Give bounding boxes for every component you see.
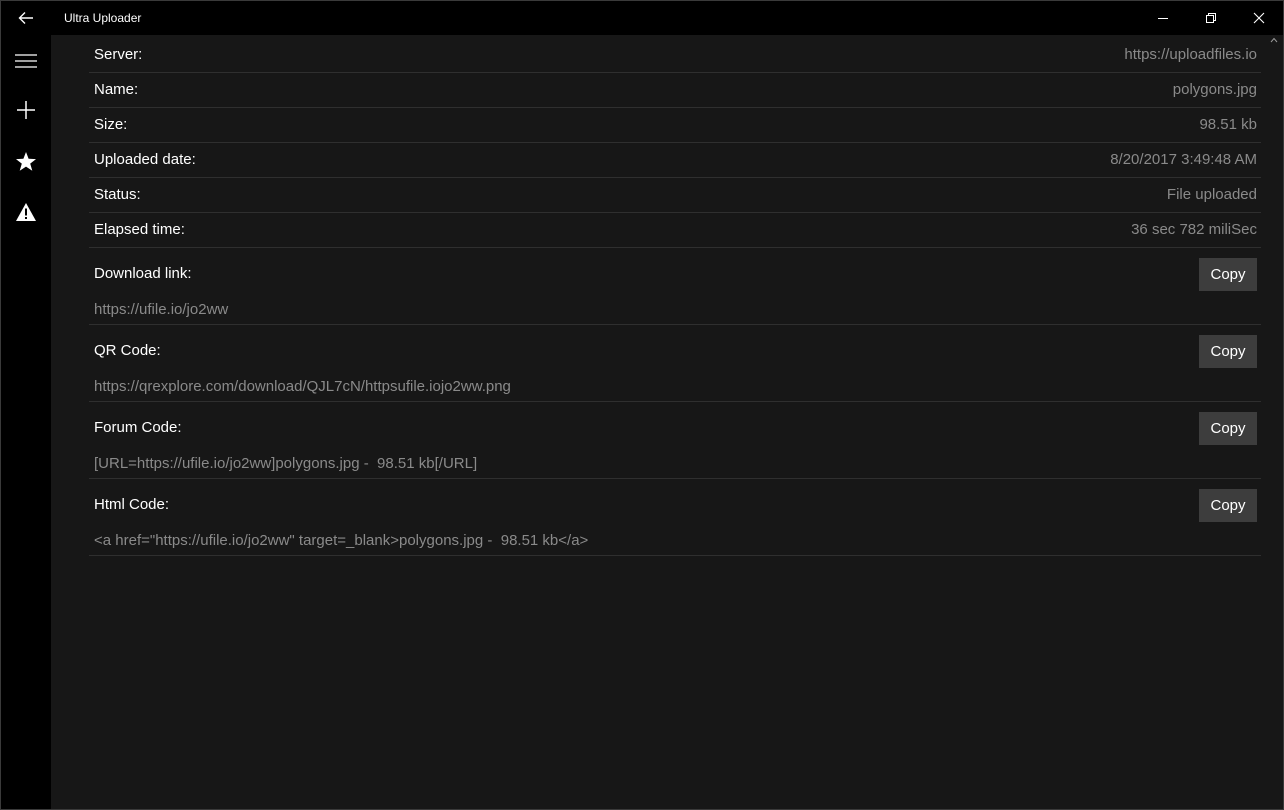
- back-arrow-icon: [18, 12, 33, 24]
- window-controls: [1139, 1, 1283, 35]
- copy-qr-code-button[interactable]: Copy: [1199, 335, 1257, 368]
- minimize-icon: [1158, 18, 1168, 19]
- code-block-qr-code: QR Code: Copy https://qrexplore.com/down…: [89, 325, 1261, 402]
- code-block-forum-code: Forum Code: Copy [URL=https://ufile.io/j…: [89, 402, 1261, 479]
- nav-rail: [1, 35, 51, 809]
- plus-icon: [17, 101, 35, 119]
- detail-value: 36 sec 782 miliSec: [1131, 221, 1257, 238]
- chevron-up-icon: [1270, 37, 1278, 43]
- detail-value: polygons.jpg: [1172, 81, 1257, 98]
- detail-label: Uploaded date:: [94, 151, 196, 168]
- favorites-button[interactable]: [1, 137, 51, 185]
- code-value: [URL=https://ufile.io/jo2ww]polygons.jpg…: [94, 455, 478, 472]
- copy-download-link-button[interactable]: Copy: [1199, 258, 1257, 291]
- detail-value: File uploaded: [1166, 186, 1257, 203]
- code-label: Html Code:: [94, 496, 170, 513]
- detail-row-size: Size: 98.51 kb: [89, 108, 1261, 143]
- code-label: Download link:: [94, 265, 192, 282]
- app-title: Ultra Uploader: [64, 11, 142, 25]
- code-label: QR Code:: [94, 342, 161, 359]
- detail-label: Status:: [94, 186, 141, 203]
- warning-icon: [16, 203, 36, 221]
- menu-button[interactable]: [1, 37, 51, 85]
- app-window: Ultra Uploader Server: https://uploadfil…: [0, 0, 1284, 810]
- detail-row-server: Server: https://uploadfiles.io: [89, 38, 1261, 73]
- detail-label: Server:: [94, 46, 143, 63]
- detail-value: 8/20/2017 3:49:48 AM: [1110, 151, 1257, 168]
- close-icon: [1253, 12, 1265, 24]
- title-bar: Ultra Uploader: [1, 1, 1283, 35]
- code-block-download-link: Download link: Copy https://ufile.io/jo2…: [89, 248, 1261, 325]
- detail-value: 98.51 kb: [1199, 116, 1257, 133]
- copy-html-code-button[interactable]: Copy: [1199, 489, 1257, 522]
- detail-label: Size:: [94, 116, 128, 133]
- detail-value: https://uploadfiles.io: [1124, 46, 1257, 63]
- hamburger-icon: [15, 54, 37, 68]
- maximize-button[interactable]: [1187, 1, 1235, 35]
- code-block-html-code: Html Code: Copy <a href="https://ufile.i…: [89, 479, 1261, 556]
- minimize-button[interactable]: [1139, 1, 1187, 35]
- detail-row-elapsed-time: Elapsed time: 36 sec 782 miliSec: [89, 213, 1261, 248]
- code-value: <a href="https://ufile.io/jo2ww" target=…: [94, 532, 589, 549]
- detail-row-status: Status: File uploaded: [89, 178, 1261, 213]
- detail-row-name: Name: polygons.jpg: [89, 73, 1261, 108]
- warning-button[interactable]: [1, 188, 51, 236]
- detail-label: Name:: [94, 81, 139, 98]
- close-button[interactable]: [1235, 1, 1283, 35]
- detail-label: Elapsed time:: [94, 221, 185, 238]
- add-upload-button[interactable]: [1, 86, 51, 134]
- code-label: Forum Code:: [94, 419, 182, 436]
- scroll-up-arrow[interactable]: [1269, 35, 1279, 45]
- maximize-icon: [1206, 13, 1216, 23]
- detail-row-uploaded-date: Uploaded date: 8/20/2017 3:49:48 AM: [89, 143, 1261, 178]
- code-value: https://qrexplore.com/download/QJL7cN/ht…: [94, 378, 511, 395]
- upload-details: Server: https://uploadfiles.io Name: pol…: [89, 38, 1261, 556]
- back-button[interactable]: [1, 1, 51, 35]
- copy-forum-code-button[interactable]: Copy: [1199, 412, 1257, 445]
- code-value: https://ufile.io/jo2ww: [94, 301, 229, 318]
- star-icon: [16, 151, 36, 171]
